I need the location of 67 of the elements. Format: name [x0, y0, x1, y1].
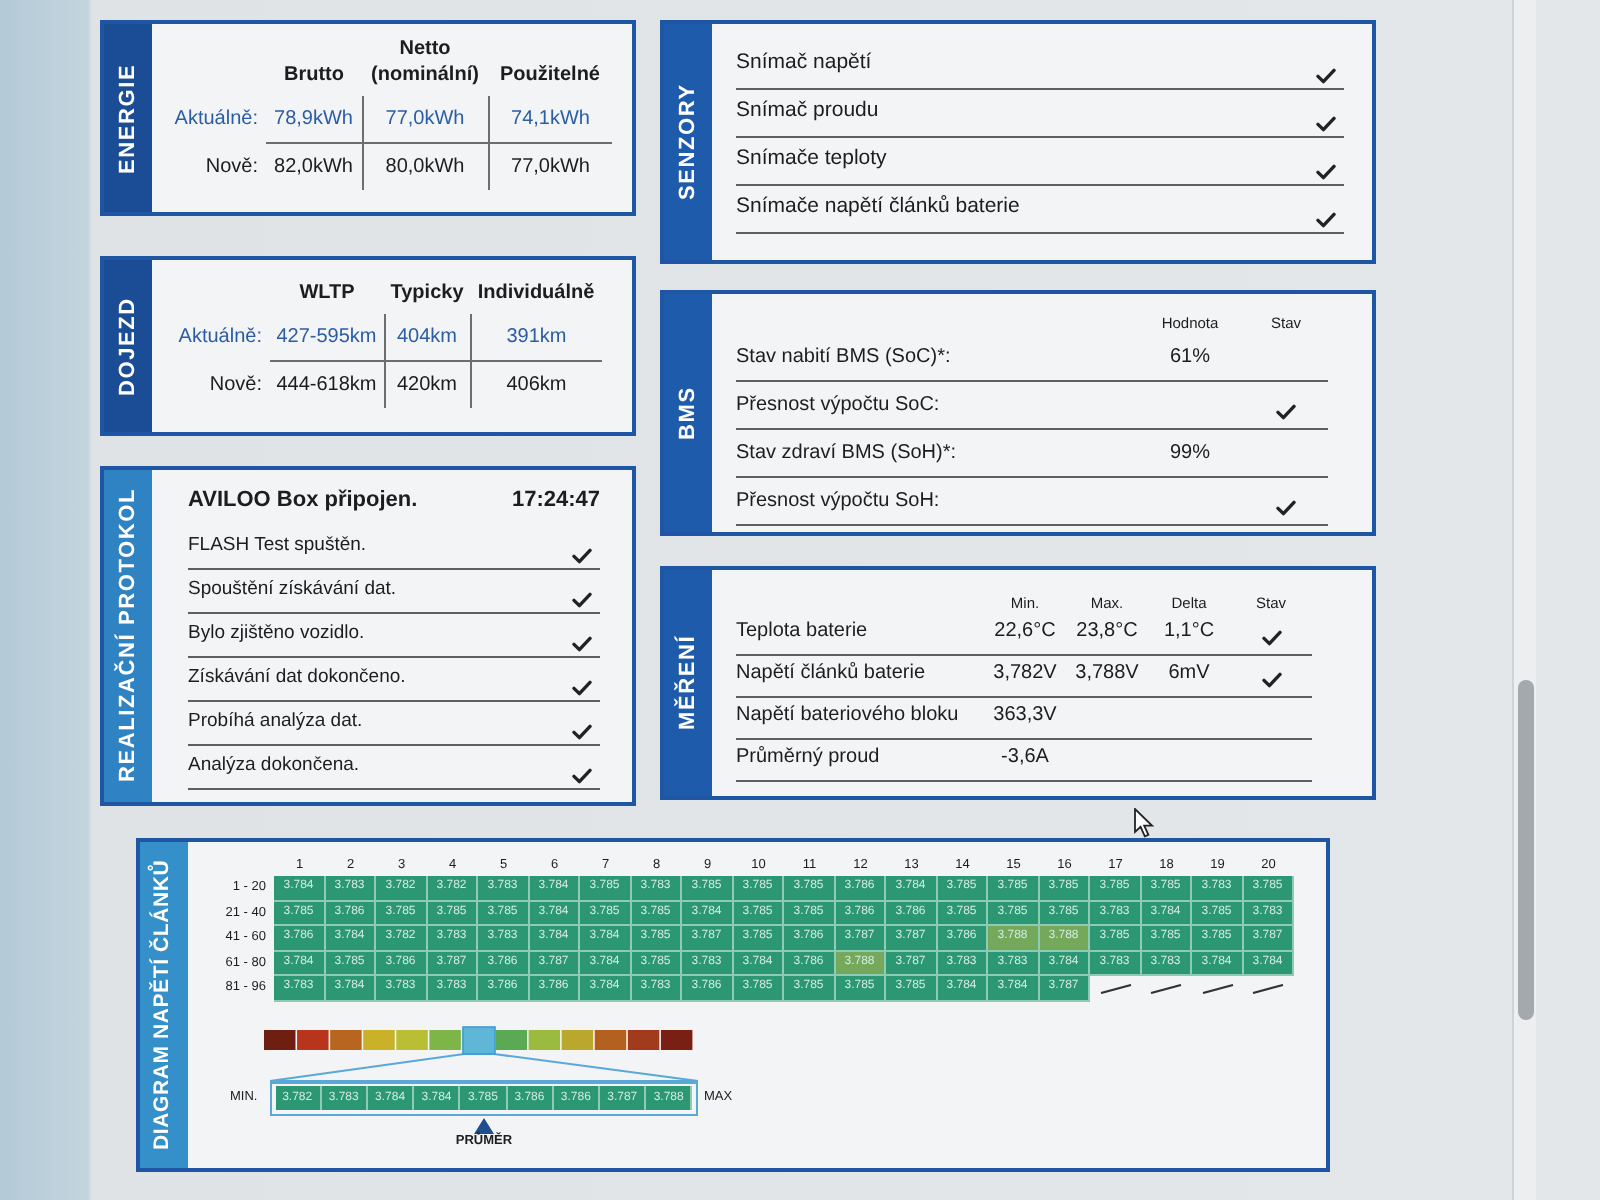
- bms-value: 61%: [1167, 344, 1212, 372]
- energy-value: 77,0kWh: [488, 143, 612, 190]
- range-value: 427-595km: [270, 314, 384, 361]
- section-title: ENERGIE: [104, 24, 152, 212]
- bms-label: Přesnost výpočtu SoC:: [736, 392, 942, 420]
- dash-icon: [1150, 983, 1183, 994]
- protocol-step: FLASH Test spuštěn.: [188, 525, 367, 560]
- measurement-label: Teplota baterie: [736, 618, 870, 646]
- row-label: Nově:: [156, 143, 266, 190]
- energy-value: 77,0kWh: [362, 96, 488, 143]
- range-value: 444-618km: [270, 361, 384, 408]
- section-title: DIAGRAM NAPĚTÍ ČLÁNKŮ: [140, 842, 188, 1168]
- bms-label: Stav zdraví BMS (SoH)*:: [736, 440, 959, 468]
- section-title: BMS: [664, 294, 712, 532]
- energy-value: 78,9kWh: [266, 96, 362, 143]
- column-header: Typicky: [384, 280, 470, 314]
- row-label: Aktuálně:: [156, 314, 270, 361]
- energy-value: 82,0kWh: [266, 143, 362, 190]
- column-header: Použitelné: [488, 36, 612, 96]
- energy-value: 74,1kWh: [488, 96, 612, 143]
- row-label: Aktuálně:: [156, 96, 266, 143]
- measurement-value: -3,6A: [999, 744, 1051, 772]
- column-header: Brutto: [266, 36, 362, 96]
- column-header: Individuálně: [470, 280, 602, 314]
- status-message: AVILOO Box připojen.: [188, 486, 418, 516]
- section-title: DOJEZD: [104, 260, 152, 432]
- bms-label: Přesnost výpočtu SoH:: [736, 488, 942, 516]
- range-value: 420km: [384, 361, 470, 408]
- column-header: Netto (nominální): [362, 36, 488, 96]
- sensor-label: Snímač proudu: [736, 96, 879, 126]
- measurement-value: 3,788V: [1073, 660, 1141, 688]
- measurement-value: 1,1°C: [1161, 618, 1217, 646]
- sensor-label: Snímač napětí: [736, 48, 872, 78]
- dash-icon: [1252, 983, 1285, 994]
- range-value: 391km: [470, 314, 602, 361]
- energy-value: 80,0kWh: [362, 143, 488, 190]
- dash-icon: [1201, 983, 1234, 994]
- section-title: SENZORY: [664, 24, 712, 260]
- measurement-value: 363,3V: [991, 702, 1059, 730]
- measurement-label: Napětí článků baterie: [736, 660, 928, 688]
- bms-label: Stav nabití BMS (SoC)*:: [736, 344, 953, 372]
- measurement-label: Průměrný proud: [736, 744, 882, 772]
- sensor-label: Snímače teploty: [736, 144, 887, 174]
- sensor-label: Snímače napětí článků baterie: [736, 192, 1020, 222]
- timestamp: 17:24:47: [511, 486, 600, 516]
- triangle-marker-icon: [474, 1117, 494, 1133]
- scrollbar[interactable]: [1512, 0, 1536, 1200]
- scale-highlight: [462, 1025, 496, 1054]
- measurement-value: 6mV: [1166, 660, 1212, 688]
- dash-icon: [1099, 983, 1132, 994]
- section-title: REALIZAČNÍ PROTOKOL: [104, 470, 152, 802]
- measurement-value: 3,782V: [991, 660, 1059, 688]
- scrollbar-thumb[interactable]: [1518, 680, 1534, 1020]
- measurement-label: Napětí bateriového bloku: [736, 702, 961, 730]
- bms-value: 99%: [1167, 440, 1212, 468]
- measurement-value: 22,6°C: [992, 618, 1058, 646]
- protocol-step: Získávání dat dokončeno.: [188, 657, 406, 692]
- row-label: Nově:: [156, 361, 270, 408]
- protocol-step: Analýza dokončena.: [188, 745, 360, 780]
- protocol-step: Spouštění získávání dat.: [188, 569, 397, 604]
- range-value: 404km: [384, 314, 470, 361]
- protocol-step: Bylo zjištěno vozidlo.: [188, 613, 365, 648]
- protocol-step: Probíhá analýza dat.: [188, 701, 363, 736]
- measurement-value: 23,8°C: [1074, 618, 1140, 646]
- section-title: MĚŘENÍ: [664, 570, 712, 796]
- range-value: 406km: [470, 361, 602, 408]
- column-header: WLTP: [270, 280, 384, 314]
